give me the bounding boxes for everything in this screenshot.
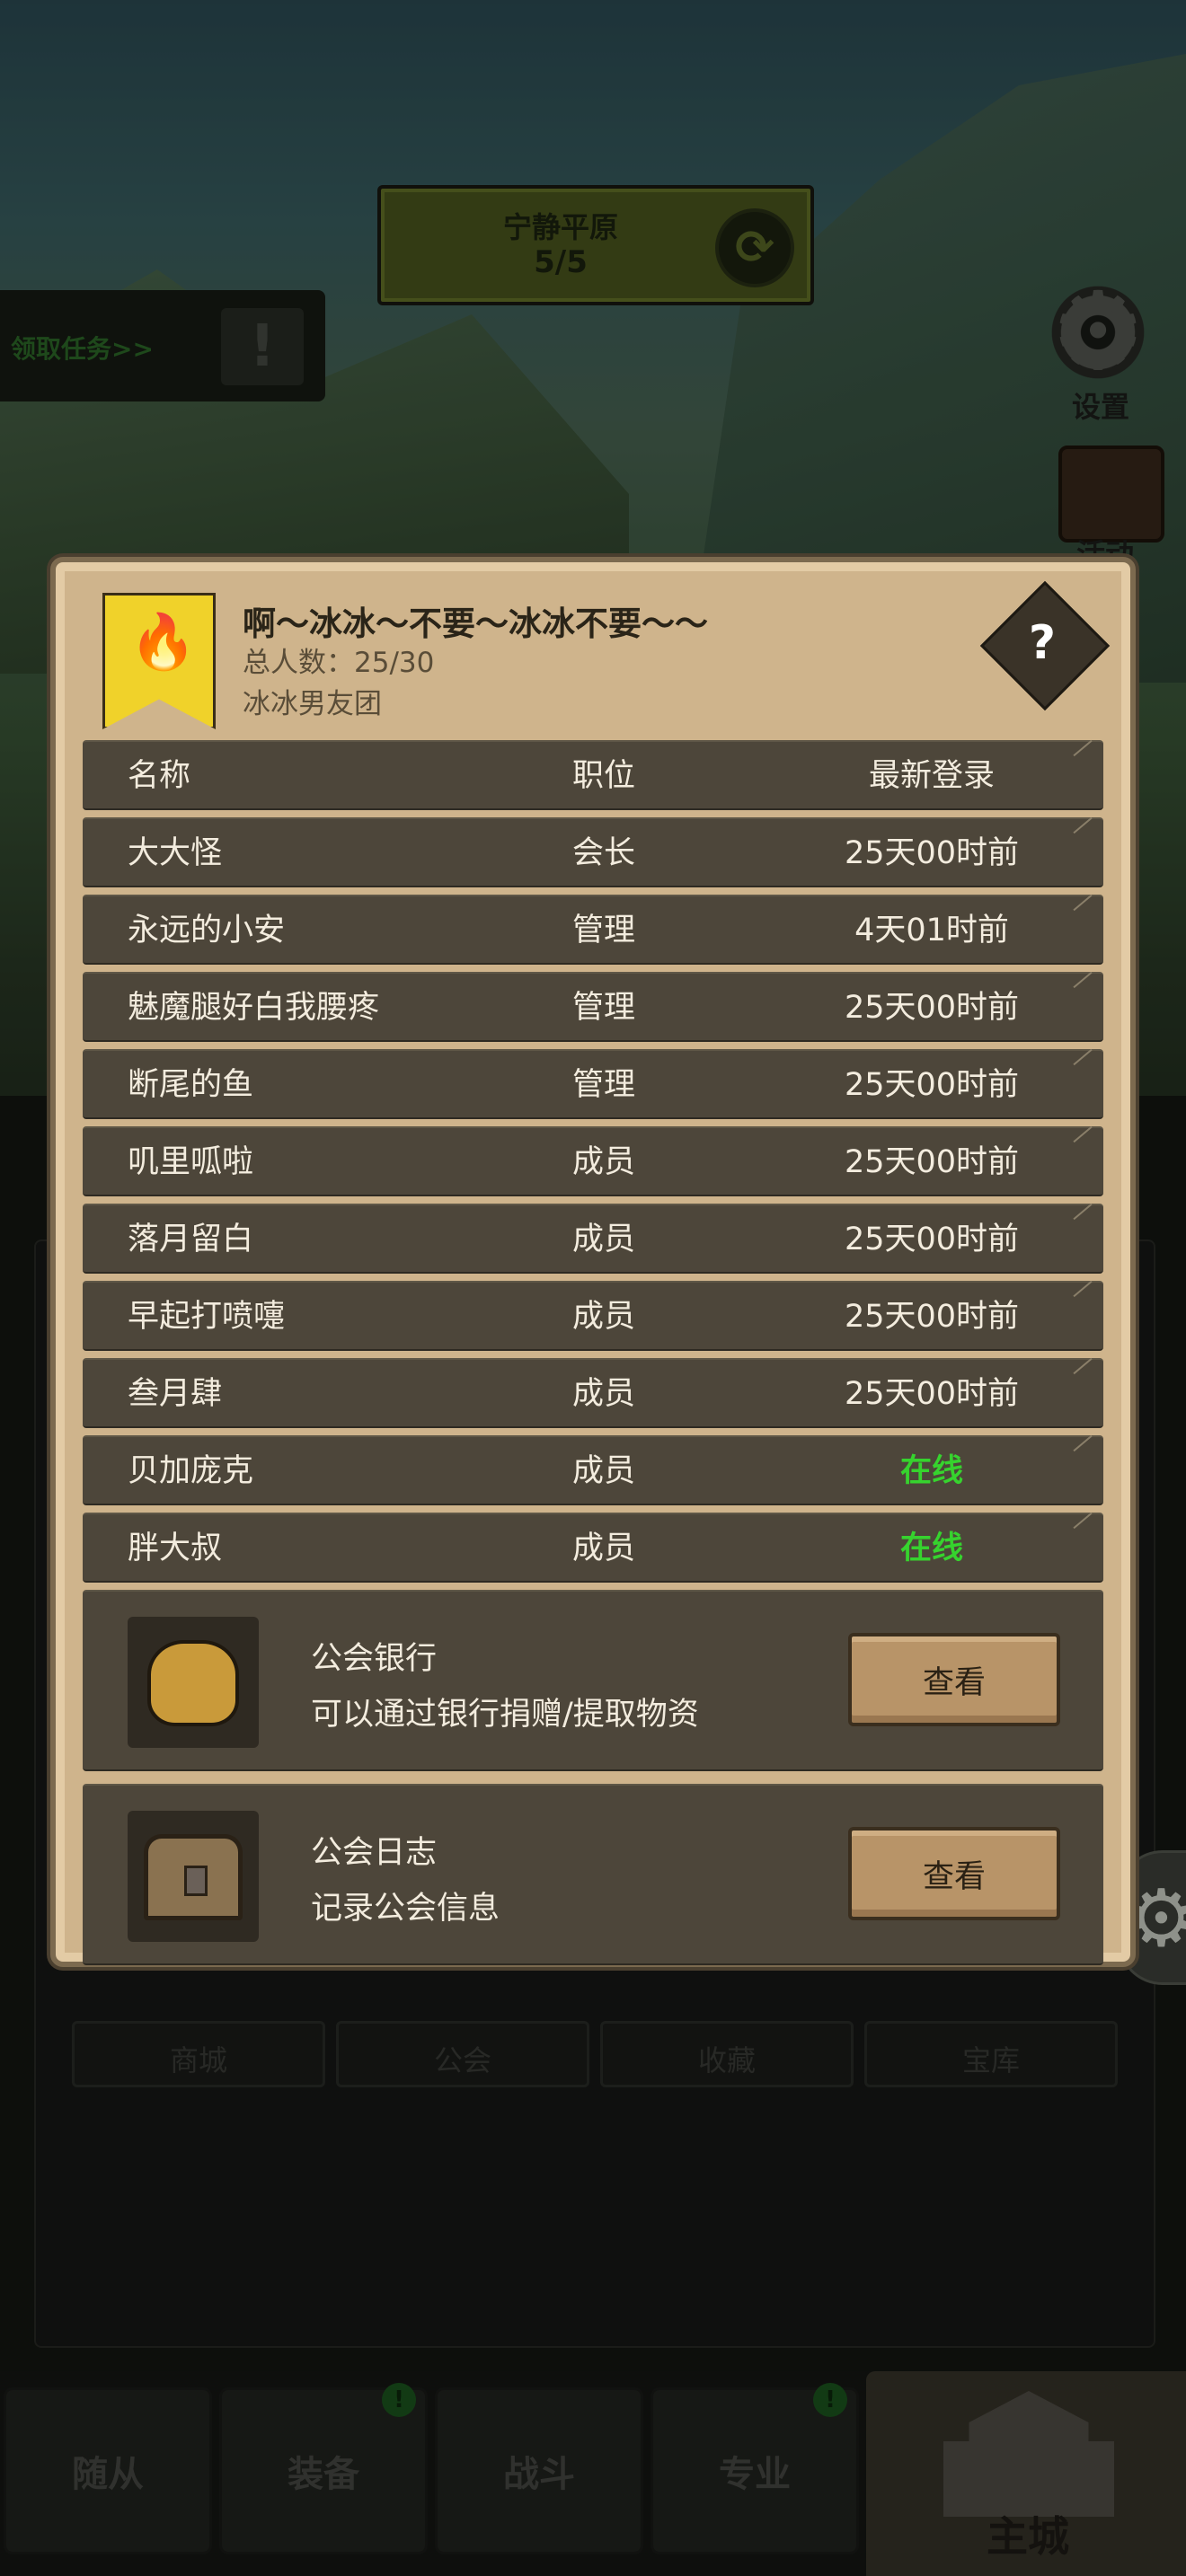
guild-log-desc: 记录公会信息 <box>311 1891 500 1927</box>
member-role: 管理 <box>571 1067 635 1103</box>
table-row[interactable]: 断尾的鱼 管理 25天00时前 <box>83 1049 1103 1119</box>
member-role: 成员 <box>571 1299 635 1335</box>
member-name: 永远的小安 <box>128 913 286 948</box>
table-row[interactable]: 魅魔腿好白我腰疼 管理 25天00时前 <box>83 972 1103 1042</box>
table-row[interactable]: 胖大叔 成员 在线 <box>83 1513 1103 1583</box>
guild-log-panel: 公会日志 记录公会信息 查看 <box>83 1784 1103 1965</box>
member-name: 断尾的鱼 <box>128 1067 254 1103</box>
chest-icon <box>144 1834 243 1920</box>
header-name: 名称 <box>128 758 191 794</box>
member-name: 胖大叔 <box>128 1531 223 1566</box>
member-last-login: 25天00时前 <box>844 1299 1020 1335</box>
member-name: 大大怪 <box>128 835 223 871</box>
member-last-login: 25天00时前 <box>844 1376 1020 1412</box>
member-last-login: 25天00时前 <box>844 1067 1020 1103</box>
member-online-status: 在线 <box>899 1453 963 1489</box>
member-last-login: 25天00时前 <box>844 1144 1020 1180</box>
member-last-login: 25天00时前 <box>844 990 1020 1026</box>
member-name: 落月留白 <box>128 1222 254 1257</box>
guild-name: 啊～冰冰～不要～冰冰不要～～ <box>243 604 708 643</box>
member-online-status: 在线 <box>899 1531 963 1566</box>
member-last-login: 25天00时前 <box>844 1222 1020 1257</box>
member-last-login: 4天01时前 <box>854 913 1009 948</box>
member-name: 贝加庞克 <box>128 1453 254 1489</box>
table-row[interactable]: 叁月肆 成员 25天00时前 <box>83 1358 1103 1428</box>
table-row[interactable]: 叽里呱啦 成员 25天00时前 <box>83 1126 1103 1196</box>
money-bag-icon <box>147 1640 239 1726</box>
guild-log-view-button[interactable]: 查看 <box>848 1827 1060 1920</box>
guild-member-count: 总人数：25/30 <box>243 647 435 679</box>
member-name: 叁月肆 <box>128 1376 223 1412</box>
member-role: 成员 <box>571 1453 635 1489</box>
table-row[interactable]: 永远的小安 管理 4天01时前 <box>83 895 1103 965</box>
member-role: 成员 <box>571 1376 635 1412</box>
header-role: 职位 <box>571 758 635 794</box>
member-role: 成员 <box>571 1144 635 1180</box>
table-header: 名称 职位 最新登录 <box>83 740 1103 810</box>
table-row[interactable]: 落月留白 成员 25天00时前 <box>83 1204 1103 1274</box>
table-row[interactable]: 贝加庞克 成员 在线 <box>83 1435 1103 1505</box>
guild-bank-view-button[interactable]: 查看 <box>848 1633 1060 1726</box>
member-name: 叽里呱啦 <box>128 1144 254 1180</box>
flame-icon: 🔥 <box>129 611 197 674</box>
member-name: 早起打喷嚏 <box>128 1299 286 1335</box>
guild-subtitle: 冰冰男友团 <box>243 688 382 720</box>
member-last-login: 25天00时前 <box>844 835 1020 871</box>
guild-bank-title: 公会银行 <box>311 1641 438 1677</box>
table-row[interactable]: 早起打喷嚏 成员 25天00时前 <box>83 1281 1103 1351</box>
member-role: 管理 <box>571 913 635 948</box>
member-name: 魅魔腿好白我腰疼 <box>128 990 380 1026</box>
bank-icon-frame <box>128 1617 259 1748</box>
table-row[interactable]: 大大怪 会长 25天00时前 <box>83 817 1103 887</box>
member-role: 成员 <box>571 1222 635 1257</box>
help-icon[interactable]: ? <box>999 600 1085 686</box>
log-icon-frame <box>128 1811 259 1942</box>
member-role: 成员 <box>571 1531 635 1566</box>
guild-bank-desc: 可以通过银行捐赠/提取物资 <box>311 1697 699 1733</box>
member-role: 会长 <box>571 835 635 871</box>
member-role: 管理 <box>571 990 635 1026</box>
guild-bank-panel: 公会银行 可以通过银行捐赠/提取物资 查看 <box>83 1590 1103 1771</box>
header-last-login: 最新登录 <box>868 758 995 794</box>
guild-log-title: 公会日志 <box>311 1835 438 1871</box>
